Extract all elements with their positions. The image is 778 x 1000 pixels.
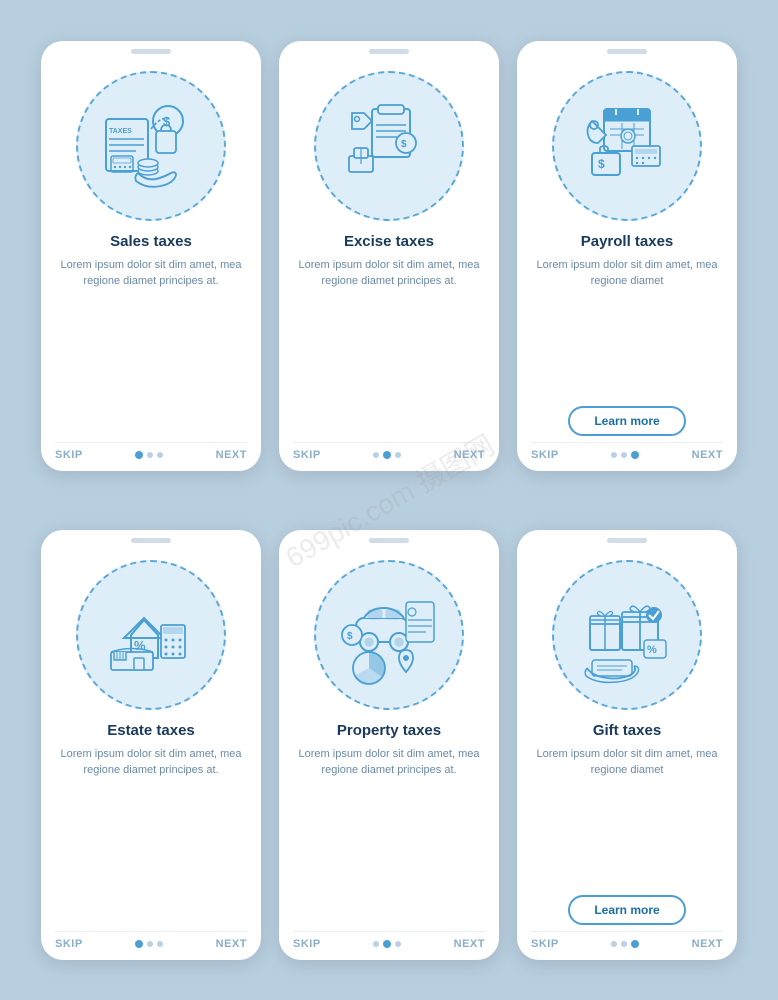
- dot-3: [157, 452, 163, 458]
- excise-taxes-icon-area: $: [314, 71, 464, 221]
- dot-2: [383, 940, 391, 948]
- gift-taxes-skip[interactable]: SKIP: [531, 938, 559, 950]
- estate-taxes-icon: %: [96, 580, 206, 690]
- sales-taxes-icon-area: TAXES $: [76, 71, 226, 221]
- property-taxes-next[interactable]: NEXT: [454, 938, 485, 950]
- sales-taxes-footer: SKIP NEXT: [55, 442, 247, 461]
- svg-text:$: $: [401, 139, 407, 150]
- estate-taxes-skip[interactable]: SKIP: [55, 938, 83, 950]
- payroll-learn-more-button[interactable]: Learn more: [568, 406, 685, 436]
- dot-1: [611, 452, 617, 458]
- sales-taxes-next[interactable]: NEXT: [216, 449, 247, 461]
- svg-text:%: %: [647, 644, 657, 656]
- payroll-taxes-dots: [611, 451, 639, 459]
- dot-3: [157, 941, 163, 947]
- property-taxes-skip[interactable]: SKIP: [293, 938, 321, 950]
- svg-text:$: $: [598, 157, 605, 171]
- payroll-taxes-title: Payroll taxes: [581, 233, 674, 250]
- property-taxes-icon: $: [334, 580, 444, 690]
- svg-text:TAXES: TAXES: [109, 128, 132, 135]
- property-taxes-dots: [373, 940, 401, 948]
- excise-taxes-icon: $: [334, 91, 444, 201]
- payroll-taxes-footer: SKIP NEXT: [531, 442, 723, 461]
- dot-3: [631, 940, 639, 948]
- dot-2: [147, 452, 153, 458]
- dot-3: [395, 941, 401, 947]
- payroll-taxes-icon: $: [572, 91, 682, 201]
- sales-taxes-skip[interactable]: SKIP: [55, 449, 83, 461]
- excise-taxes-dots: [373, 451, 401, 459]
- dot-3: [395, 452, 401, 458]
- estate-taxes-icon-area: %: [76, 560, 226, 710]
- gift-taxes-icon-area: %: [552, 560, 702, 710]
- sales-taxes-title: Sales taxes: [110, 233, 192, 250]
- payroll-taxes-skip[interactable]: SKIP: [531, 449, 559, 461]
- card-sales-taxes: TAXES $ Sales ta: [41, 41, 261, 471]
- dot-1: [373, 452, 379, 458]
- gift-taxes-icon: %: [572, 580, 682, 690]
- property-taxes-title: Property taxes: [337, 722, 441, 739]
- estate-taxes-footer: SKIP NEXT: [55, 931, 247, 950]
- dot-3: [631, 451, 639, 459]
- gift-taxes-desc: Lorem ipsum dolor sit dim amet, mea regi…: [531, 746, 723, 887]
- dot-1: [373, 941, 379, 947]
- card-gift-taxes: % Gift taxes Lorem ipsum dolor sit dim a…: [517, 530, 737, 960]
- gift-taxes-next[interactable]: NEXT: [692, 938, 723, 950]
- dot-2: [383, 451, 391, 459]
- excise-taxes-title: Excise taxes: [344, 233, 434, 250]
- gift-taxes-dots: [611, 940, 639, 948]
- card-property-taxes: $ Property taxes Lorem ipsum dolor sit d…: [279, 530, 499, 960]
- estate-taxes-dots: [135, 940, 163, 948]
- payroll-taxes-desc: Lorem ipsum dolor sit dim amet, mea regi…: [531, 257, 723, 398]
- estate-taxes-next[interactable]: NEXT: [216, 938, 247, 950]
- card-estate-taxes: % Estate taxes Lorem ipsum dolor s: [41, 530, 261, 960]
- svg-text:%: %: [134, 638, 146, 653]
- excise-taxes-next[interactable]: NEXT: [454, 449, 485, 461]
- svg-text:$: $: [347, 631, 353, 642]
- payroll-taxes-next[interactable]: NEXT: [692, 449, 723, 461]
- gift-taxes-title: Gift taxes: [593, 722, 661, 739]
- sales-taxes-desc: Lorem ipsum dolor sit dim amet, mea regi…: [55, 257, 247, 434]
- dot-1: [135, 940, 143, 948]
- sales-taxes-icon: TAXES $: [96, 91, 206, 201]
- dot-2: [621, 941, 627, 947]
- property-taxes-desc: Lorem ipsum dolor sit dim amet, mea regi…: [293, 746, 485, 923]
- dot-2: [621, 452, 627, 458]
- estate-taxes-title: Estate taxes: [107, 722, 195, 739]
- dot-2: [147, 941, 153, 947]
- estate-taxes-desc: Lorem ipsum dolor sit dim amet, mea regi…: [55, 746, 247, 923]
- card-payroll-taxes: $ Payroll taxes Lorem ipsum dolor sit di…: [517, 41, 737, 471]
- property-taxes-footer: SKIP NEXT: [293, 931, 485, 950]
- excise-taxes-skip[interactable]: SKIP: [293, 449, 321, 461]
- dot-1: [135, 451, 143, 459]
- excise-taxes-footer: SKIP NEXT: [293, 442, 485, 461]
- excise-taxes-desc: Lorem ipsum dolor sit dim amet, mea regi…: [293, 257, 485, 434]
- property-taxes-icon-area: $: [314, 560, 464, 710]
- gift-learn-more-button[interactable]: Learn more: [568, 895, 685, 925]
- payroll-taxes-icon-area: $: [552, 71, 702, 221]
- dot-1: [611, 941, 617, 947]
- sales-taxes-dots: [135, 451, 163, 459]
- gift-taxes-footer: SKIP NEXT: [531, 931, 723, 950]
- card-excise-taxes: $ Excise taxes Lorem ipsum dolor sit dim…: [279, 41, 499, 471]
